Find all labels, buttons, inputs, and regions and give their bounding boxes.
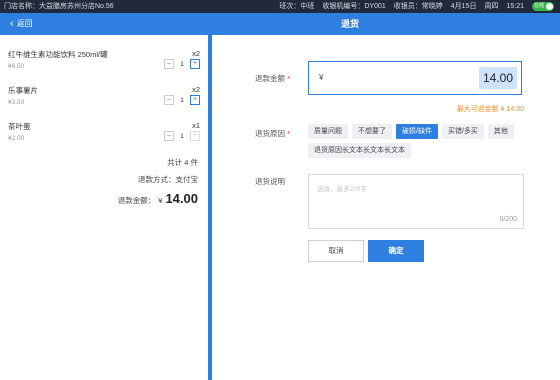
toggle-label: 在线 <box>534 3 545 9</box>
required-mark: * <box>285 74 291 83</box>
item-name: 红牛维生素功能饮料 250ml/罐 <box>8 50 108 59</box>
quantity-stepper: – 1 + <box>164 59 200 69</box>
reason-label-text: 退货原因 <box>255 129 285 138</box>
total-items: 共计 4 件 <box>167 158 198 167</box>
reason-label: 退货原因 * <box>255 128 290 139</box>
refund-total-currency: ¥ <box>158 196 163 205</box>
item-qty: x2 <box>192 85 200 94</box>
item-price: ¥2.00 <box>8 135 25 142</box>
refund-note-field[interactable]: 选填，最多200字 0/200 <box>308 174 524 229</box>
stepper-value: 1 <box>180 132 184 140</box>
store-name: 门店名称：大益膳房苏州分店No.56 <box>4 3 114 10</box>
item-qty: x2 <box>192 49 200 58</box>
note-label-text: 退货说明 <box>255 177 285 186</box>
amount-value: 14.00 <box>478 67 517 89</box>
payment-method: 退款方式：支付宝 <box>138 175 198 184</box>
note-label: 退货说明 <box>255 176 285 187</box>
time-info: 15:21 <box>506 3 524 10</box>
increment-button[interactable]: + <box>190 95 200 105</box>
refund-form-panel: 退款金额 * ¥ 14.00 最大可退金额 ¥ 14.00 退货原因 * 质量问… <box>212 35 560 380</box>
amount-label: 退款金额 * <box>255 73 290 84</box>
decrement-button[interactable]: – <box>164 95 174 105</box>
item-name: 乐事薯片 <box>8 86 38 95</box>
confirm-button[interactable]: 确定 <box>368 240 424 262</box>
reason-option[interactable]: 质量问题 <box>308 124 348 139</box>
decrement-button[interactable]: – <box>164 131 174 141</box>
reason-option[interactable]: 其他 <box>487 124 514 139</box>
item-price: ¥3.50 <box>8 99 25 106</box>
item-qty: x1 <box>192 121 200 130</box>
required-mark: * <box>285 129 291 138</box>
item-price: ¥6.50 <box>8 63 25 70</box>
online-toggle[interactable]: 在线 <box>532 2 554 11</box>
amount-currency: ¥ <box>319 73 324 82</box>
stepper-value: 1 <box>180 60 184 68</box>
reason-options: 质量问题 不想要了 破损/缺件 买错/多买 其他 退货原因长文本长文本长文本 <box>308 124 528 158</box>
max-refund-note: 最大可退金额 ¥ 14.00 <box>456 106 524 113</box>
status-info: 班次：中班 收银机编号：DY001 收银员：常晓婷 4月15日 周四 15:21 <box>279 0 524 13</box>
weekday-info: 周四 <box>484 3 499 10</box>
list-item: 茶叶蛋 x1 ¥2.00 – 1 + <box>8 121 200 159</box>
reason-option-selected[interactable]: 破损/缺件 <box>396 124 438 139</box>
cancel-button[interactable]: 取消 <box>308 240 364 262</box>
quantity-stepper: – 1 + <box>164 95 200 105</box>
status-bar: 门店名称：大益膳房苏州分店No.56 班次：中班 收银机编号：DY001 收银员… <box>0 0 560 13</box>
register-info: 收银机编号：DY001 <box>322 3 386 10</box>
amount-label-text: 退款金额 <box>255 74 285 83</box>
reason-option[interactable]: 买错/多买 <box>441 124 484 139</box>
item-name: 茶叶蛋 <box>8 122 31 131</box>
refund-total: 退款金额： ¥ 14.00 <box>118 191 198 206</box>
refund-total-label: 退款金额： <box>117 196 156 205</box>
note-placeholder: 选填，最多200字 <box>317 186 367 193</box>
list-item: 乐事薯片 x2 ¥3.50 – 1 + <box>8 85 200 123</box>
quantity-stepper: – 1 + <box>164 131 200 141</box>
stepper-value: 1 <box>180 96 184 104</box>
shift-info: 班次：中班 <box>279 3 315 10</box>
refund-amount-input[interactable]: ¥ 14.00 <box>308 61 522 95</box>
increment-button[interactable]: + <box>190 131 200 141</box>
date-info: 4月15日 <box>450 3 477 10</box>
reason-option[interactable]: 不想要了 <box>352 124 392 139</box>
page-header: ‹ 返回 退货 <box>0 13 560 35</box>
decrement-button[interactable]: – <box>164 59 174 69</box>
toggle-knob <box>546 3 553 10</box>
cashier-info: 收银员：常晓婷 <box>393 3 443 10</box>
list-item: 红牛维生素功能饮料 250ml/罐 x2 ¥6.50 – 1 + <box>8 49 200 87</box>
refund-total-amount: 14.00 <box>165 191 198 206</box>
reason-option[interactable]: 退货原因长文本长文本长文本 <box>308 143 411 158</box>
item-list-panel: 红牛维生素功能饮料 250ml/罐 x2 ¥6.50 – 1 + 乐事薯片 x2… <box>0 35 208 380</box>
increment-button[interactable]: + <box>190 59 200 69</box>
page-title: 退货 <box>340 19 359 29</box>
note-char-count: 0/200 <box>499 216 517 223</box>
